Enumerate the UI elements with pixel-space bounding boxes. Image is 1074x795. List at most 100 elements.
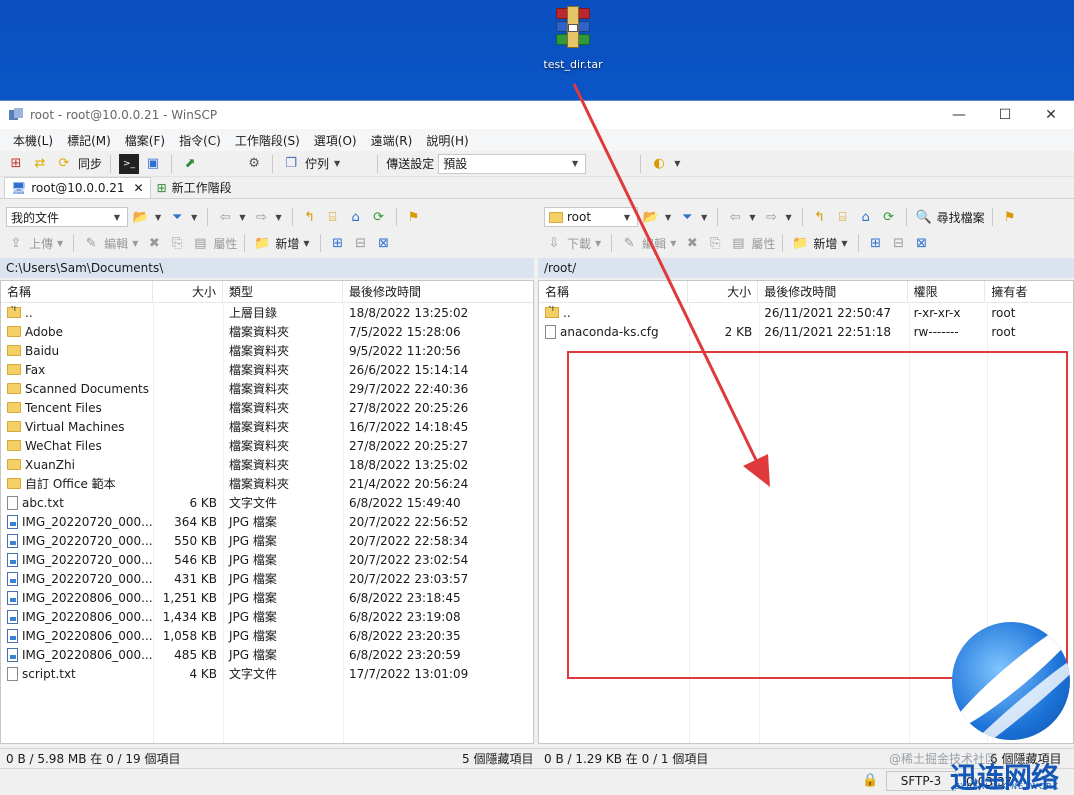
- bookmark-icon[interactable]: ⚑: [404, 207, 424, 227]
- col-modified[interactable]: 最後修改時間: [758, 281, 908, 303]
- chevron-down-icon[interactable]: ▼: [841, 239, 847, 248]
- local-hidden-status[interactable]: 5 個隱藏項目: [462, 750, 533, 767]
- local-path-bar[interactable]: C:\Users\Sam\Documents\: [0, 258, 534, 278]
- rename-icon[interactable]: ⎘: [167, 233, 187, 253]
- new-folder-icon[interactable]: 📁: [790, 233, 810, 253]
- table-row[interactable]: Virtual Machines 檔案資料夾 16/7/2022 14:18:45: [1, 417, 533, 436]
- open-directory-icon[interactable]: ⬈: [180, 154, 200, 174]
- table-row[interactable]: WeChat Files 檔案資料夾 27/8/2022 20:25:27: [1, 436, 533, 455]
- download-icon[interactable]: ⇩: [544, 233, 564, 253]
- chevron-down-icon[interactable]: ▼: [785, 213, 791, 222]
- chevron-down-icon[interactable]: ▼: [57, 239, 63, 248]
- table-row[interactable]: .. 上層目錄 18/8/2022 13:25:02: [1, 303, 533, 322]
- table-row[interactable]: Fax 檔案資料夾 26/6/2022 15:14:14: [1, 360, 533, 379]
- table-row[interactable]: IMG_20220806_000... 1,251 KB JPG 檔案 6/8/202…: [1, 588, 533, 607]
- filter-icon[interactable]: ⏷: [677, 207, 697, 227]
- table-row[interactable]: IMG_20220720_000... 431 KB JPG 檔案 20/7/2022…: [1, 569, 533, 588]
- remote-location-select[interactable]: root ▼: [544, 207, 638, 227]
- table-row[interactable]: Tencent Files 檔案資料夾 27/8/2022 20:25:26: [1, 398, 533, 417]
- forward-icon[interactable]: ⇨: [761, 207, 781, 227]
- minimize-button[interactable]: —: [936, 101, 982, 129]
- menu-files[interactable]: 檔案(F): [118, 132, 172, 149]
- home-icon[interactable]: ⌂: [346, 207, 366, 227]
- table-row[interactable]: abc.txt 6 KB 文字文件 6/8/2022 15:49:40: [1, 493, 533, 512]
- sync-label[interactable]: 同步: [78, 155, 102, 172]
- new-folder-icon[interactable]: 📁: [252, 233, 272, 253]
- chevron-down-icon[interactable]: ▼: [132, 239, 138, 248]
- parent-directory-icon[interactable]: ↰: [300, 207, 320, 227]
- download-label[interactable]: 下載: [567, 235, 591, 252]
- chevron-down-icon[interactable]: ▼: [191, 213, 197, 222]
- chevron-down-icon[interactable]: ▼: [595, 239, 601, 248]
- edit-label[interactable]: 編輯: [642, 235, 666, 252]
- new-label[interactable]: 新增: [813, 235, 837, 252]
- tab-new-session[interactable]: ⊞ 新工作階段: [151, 177, 238, 198]
- chevron-down-icon[interactable]: ▼: [749, 213, 755, 222]
- chevron-down-icon[interactable]: ▼: [155, 213, 161, 222]
- col-size[interactable]: 大小: [153, 281, 223, 303]
- console-icon[interactable]: >_: [119, 153, 140, 174]
- remote-path-bar[interactable]: /root/: [538, 258, 1074, 278]
- menu-remote[interactable]: 遠端(R): [364, 132, 420, 149]
- preferences-icon[interactable]: ◐: [649, 154, 669, 174]
- remote-hidden-status[interactable]: 6 個隱藏項目: [990, 750, 1061, 767]
- table-row[interactable]: XuanZhi 檔案資料夾 18/8/2022 13:25:02: [1, 455, 533, 474]
- chevron-down-icon[interactable]: ▼: [303, 239, 309, 248]
- edit-label[interactable]: 編輯: [104, 235, 128, 252]
- table-row[interactable]: Adobe 檔案資料夾 7/5/2022 15:28:06: [1, 322, 533, 341]
- maximize-button[interactable]: ☐: [982, 101, 1028, 129]
- chevron-down-icon[interactable]: ▼: [670, 239, 676, 248]
- properties-icon[interactable]: ▤: [190, 233, 210, 253]
- queue-icon[interactable]: ❐: [281, 154, 301, 174]
- table-row[interactable]: IMG_20220806_000... 1,058 KB JPG 檔案 6/8/202…: [1, 626, 533, 645]
- edit-icon[interactable]: ✎: [81, 233, 101, 253]
- col-size[interactable]: 大小: [688, 281, 759, 303]
- open-folder-icon[interactable]: 📂: [641, 207, 661, 227]
- forward-icon[interactable]: ⇨: [251, 207, 271, 227]
- refresh-icon[interactable]: ⟳: [879, 207, 899, 227]
- select-filter-icon[interactable]: ⊠: [374, 233, 394, 253]
- select-all-icon[interactable]: ⊞: [328, 233, 348, 253]
- menu-mark[interactable]: 標記(M): [60, 132, 118, 149]
- chevron-down-icon[interactable]: ▼: [701, 213, 707, 222]
- parent-directory-icon[interactable]: ↰: [810, 207, 830, 227]
- properties-label[interactable]: 屬性: [751, 235, 775, 252]
- root-directory-icon[interactable]: ⌸: [833, 207, 853, 227]
- close-icon[interactable]: ✕: [134, 181, 144, 195]
- open-folder-icon[interactable]: 📂: [131, 207, 151, 227]
- delete-icon[interactable]: ✖: [682, 233, 702, 253]
- menu-help[interactable]: 說明(H): [419, 132, 475, 149]
- table-row[interactable]: Baidu 檔案資料夾 9/5/2022 11:20:56: [1, 341, 533, 360]
- home-icon[interactable]: ⌂: [856, 207, 876, 227]
- back-icon[interactable]: ⇦: [215, 207, 235, 227]
- menu-session[interactable]: 工作階段(S): [228, 132, 307, 149]
- delete-icon[interactable]: ✖: [144, 233, 164, 253]
- rename-icon[interactable]: ⎘: [705, 233, 725, 253]
- col-permissions[interactable]: 權限: [908, 281, 986, 303]
- gear-icon[interactable]: ⚙: [244, 154, 264, 174]
- find-files-label[interactable]: 尋找檔案: [937, 209, 985, 226]
- chevron-down-icon[interactable]: ▼: [334, 159, 340, 168]
- chevron-down-icon[interactable]: ▼: [674, 159, 680, 168]
- transfer-preset-select[interactable]: 預設 ▼: [438, 153, 587, 174]
- sync-browse-icon[interactable]: ⇄: [30, 154, 50, 174]
- bookmark-icon[interactable]: ⚑: [1000, 207, 1020, 227]
- table-row[interactable]: .. 26/11/2021 22:50:47 r-xr-xr-x root: [539, 303, 1073, 322]
- local-file-list[interactable]: 名稱 大小 類型 最後修改時間 ^ .. 上層目錄 18/8/2022 13:25:…: [0, 280, 534, 744]
- local-location-select[interactable]: 我的文件 ▼: [6, 207, 128, 227]
- upload-icon[interactable]: ⇪: [6, 233, 26, 253]
- properties-label[interactable]: 屬性: [213, 235, 237, 252]
- table-row[interactable]: IMG_20220720_000... 546 KB JPG 檔案 20/7/2022…: [1, 550, 533, 569]
- chevron-down-icon[interactable]: ▼: [239, 213, 245, 222]
- deselect-icon[interactable]: ⊟: [351, 233, 371, 253]
- edit-icon[interactable]: ✎: [619, 233, 639, 253]
- refresh-icon[interactable]: ⟳: [369, 207, 389, 227]
- select-all-icon[interactable]: ⊞: [866, 233, 886, 253]
- find-files-icon[interactable]: 🔍: [914, 207, 934, 227]
- filter-icon[interactable]: ⏷: [167, 207, 187, 227]
- select-filter-icon[interactable]: ⊠: [912, 233, 932, 253]
- table-row[interactable]: IMG_20220720_000... 364 KB JPG 檔案 20/7/2022…: [1, 512, 533, 531]
- close-button[interactable]: ✕: [1028, 101, 1074, 129]
- deselect-icon[interactable]: ⊟: [889, 233, 909, 253]
- menu-local[interactable]: 本機(L): [6, 132, 60, 149]
